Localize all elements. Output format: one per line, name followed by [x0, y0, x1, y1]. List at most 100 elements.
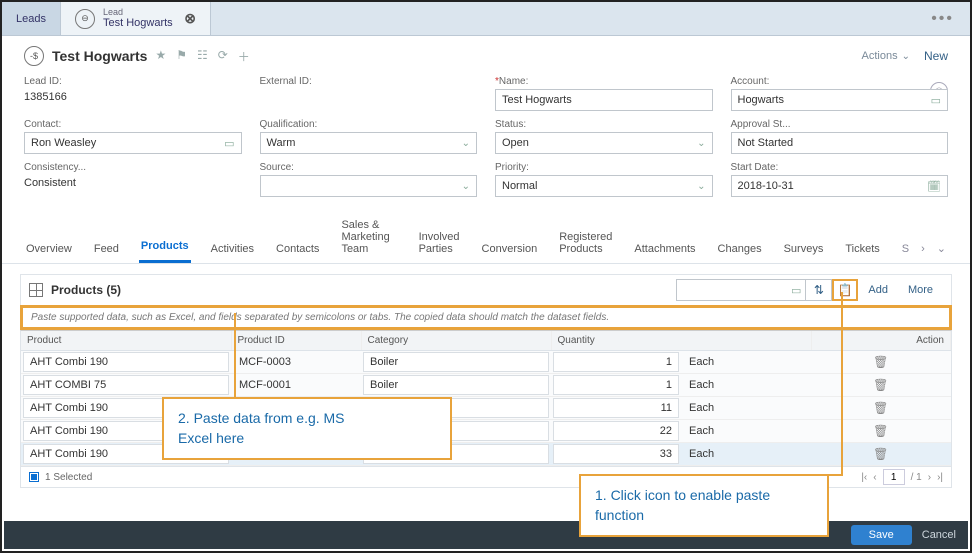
cell-qty[interactable]: 22 [553, 421, 679, 441]
name-input[interactable]: Test Hogwarts [495, 89, 713, 111]
tabs-overflow[interactable]: S [900, 235, 911, 263]
close-icon[interactable]: ⊗ [184, 10, 196, 27]
table-row[interactable]: AHT Combi 190MCF-0003Boiler1Each🗑 [21, 351, 951, 374]
tab-tickets[interactable]: Tickets [843, 235, 881, 263]
valuehelp-icon[interactable]: ▭ [931, 94, 941, 107]
delete-row-icon[interactable]: 🗑 [811, 447, 951, 461]
contact-input[interactable]: Ron Weasley▭ [24, 132, 242, 154]
source-label: Source: [260, 162, 478, 173]
page-total: / 1 [911, 472, 922, 483]
save-button[interactable]: Save [851, 525, 912, 545]
tab-activities[interactable]: Activities [209, 235, 256, 263]
pager-prev-icon[interactable]: ‹ [873, 472, 876, 483]
delete-row-icon[interactable]: 🗑 [811, 355, 951, 369]
table-row[interactable]: AHT COMBI 75MCF-0001Boiler1Each🗑 [21, 374, 951, 397]
chevron-down-icon: ⌄ [697, 138, 705, 149]
sort-button[interactable]: ⇅ [806, 279, 832, 301]
delete-row-icon[interactable]: 🗑 [811, 401, 951, 415]
cell-unit: Each [683, 421, 809, 441]
col-product[interactable]: Product [21, 331, 231, 351]
approval-label: Approval St... [731, 119, 949, 130]
chat-icon[interactable]: ☷ [197, 48, 208, 65]
account-input[interactable]: Hogwarts▭ [731, 89, 949, 111]
selection-indicator[interactable] [29, 472, 39, 482]
delete-row-icon[interactable]: 🗑 [811, 424, 951, 438]
cell-qty[interactable]: 11 [553, 398, 679, 418]
cell-category[interactable]: Boiler [363, 352, 549, 372]
tab-conversion[interactable]: Conversion [480, 235, 540, 263]
col-category[interactable]: Category [361, 331, 551, 351]
col-productid[interactable]: Product ID [231, 331, 361, 351]
more-link[interactable]: More [898, 284, 943, 296]
source-select[interactable]: ⌄ [260, 175, 478, 197]
page-title: Test Hogwarts [52, 48, 147, 64]
cell-qty[interactable]: 33 [553, 444, 679, 464]
lead-icon: ⊖ [75, 9, 95, 29]
flag-icon[interactable]: ⚑ [176, 48, 187, 65]
pager-first-icon[interactable]: |‹ [861, 472, 867, 483]
externalid-label: External ID: [260, 76, 478, 87]
cell-product[interactable]: AHT Combi 190 [23, 352, 229, 372]
externalid-value [260, 89, 478, 103]
col-quantity[interactable]: Quantity [551, 331, 811, 351]
calendar-icon[interactable]: 🗓 [927, 180, 941, 193]
tab-contacts[interactable]: Contacts [274, 235, 321, 263]
col-action: Action [811, 331, 951, 351]
more-tabs[interactable]: ••• [915, 2, 970, 35]
leadid-value: 1385166 [24, 89, 242, 103]
table-row[interactable]: AHT Combi 19022Each🗑 [21, 420, 951, 443]
scroll-right-icon[interactable]: › [919, 235, 927, 263]
delete-row-icon[interactable]: 🗑 [811, 378, 951, 392]
chevron-down-icon[interactable]: ⌄ [935, 234, 948, 263]
products-table: Product Product ID Category Quantity Act… [21, 331, 951, 466]
chevron-down-icon: ⌄ [697, 181, 705, 192]
status-select[interactable]: Open⌄ [495, 132, 713, 154]
new-button[interactable]: New [924, 49, 948, 63]
tab-attachments[interactable]: Attachments [632, 235, 697, 263]
qualification-select[interactable]: Warm⌄ [260, 132, 478, 154]
cell-qty[interactable]: 1 [553, 375, 679, 395]
tab-registered-products[interactable]: Registered Products [557, 223, 614, 263]
tab-involved-parties[interactable]: Involved Parties [417, 223, 462, 263]
pager-last-icon[interactable]: ›| [937, 472, 943, 483]
tab-leads-label: Leads [16, 13, 46, 25]
tab-title: Test Hogwarts [103, 17, 173, 29]
paste-area[interactable]: Paste supported data, such as Excel, and… [20, 305, 952, 330]
valuehelp-icon[interactable]: ▭ [224, 137, 234, 150]
pager: |‹ ‹ / 1 › ›| [861, 469, 943, 485]
page-input[interactable] [883, 469, 905, 485]
tab-leads[interactable]: Leads [2, 2, 61, 35]
add-icon[interactable]: ＋ [238, 48, 250, 65]
cancel-link[interactable]: Cancel [922, 529, 956, 541]
leadid-label: Lead ID: [24, 76, 242, 87]
tab-products[interactable]: Products [139, 232, 191, 263]
tab-changes[interactable]: Changes [716, 235, 764, 263]
priority-select[interactable]: Normal⌄ [495, 175, 713, 197]
cell-productid: MCF-0003 [233, 352, 359, 372]
cell-productid: MCF-0001 [233, 375, 359, 395]
selected-count: 1 Selected [45, 472, 92, 483]
actions-menu[interactable]: Actions⌄ [862, 50, 910, 62]
table-row[interactable]: AHT Combi 19033Each🗑 [21, 443, 951, 466]
tab-feed[interactable]: Feed [92, 235, 121, 263]
star-icon[interactable]: ★ [155, 48, 166, 65]
paste-button[interactable]: 📋 [832, 279, 858, 301]
tab-surveys[interactable]: Surveys [782, 235, 826, 263]
tab-sales-marketing[interactable]: Sales & Marketing Team [339, 211, 398, 263]
chevron-down-icon: ⌄ [462, 181, 470, 192]
detail-tabs: Overview Feed Products Activities Contac… [2, 211, 970, 264]
pager-next-icon[interactable]: › [928, 472, 931, 483]
tab-lead-detail[interactable]: ⊖ Lead Test Hogwarts ⊗ [61, 2, 211, 35]
table-row[interactable]: AHT Combi 190CF-0003Boiler11Each🗑 [21, 397, 951, 420]
approval-select[interactable]: Not Started [731, 132, 949, 154]
startdate-input[interactable]: 2018-10-31🗓 [731, 175, 949, 197]
cell-category[interactable]: Boiler [363, 375, 549, 395]
refresh-icon[interactable]: ⟳ [218, 48, 228, 65]
startdate-label: Start Date: [731, 162, 949, 173]
chevron-down-icon: ⌄ [462, 138, 470, 149]
add-link[interactable]: Add [858, 284, 898, 296]
cell-qty[interactable]: 1 [553, 352, 679, 372]
tab-overview[interactable]: Overview [24, 235, 74, 263]
cell-product[interactable]: AHT COMBI 75 [23, 375, 229, 395]
products-search[interactable]: ▭ [676, 279, 806, 301]
